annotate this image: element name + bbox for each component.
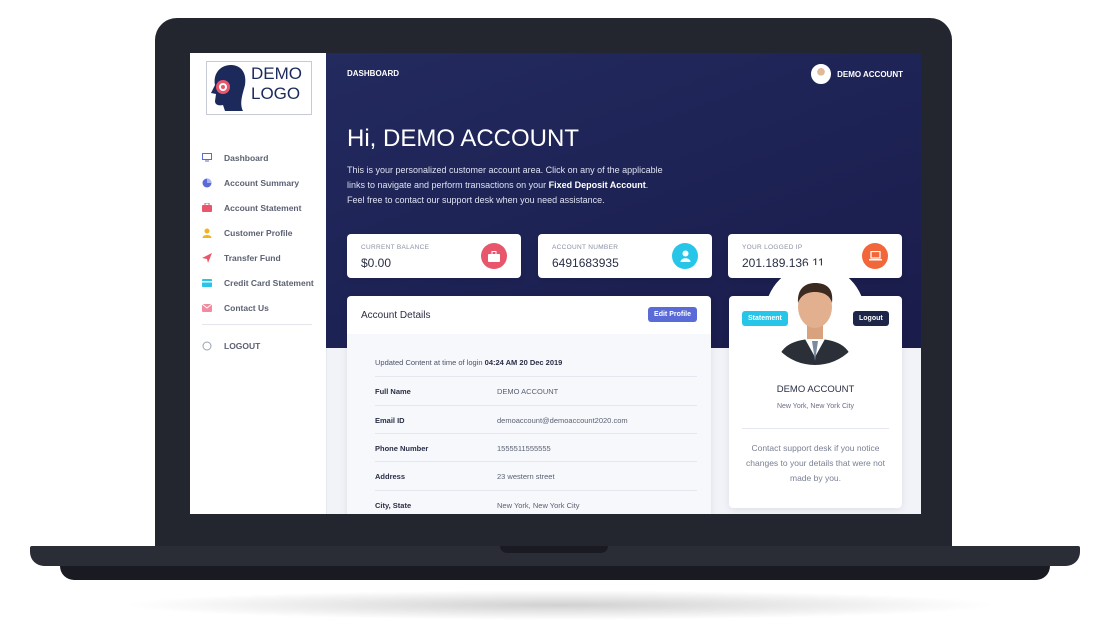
account-details-card: Account Details Edit Profile Updated Con… — [347, 296, 711, 514]
mail-icon — [202, 303, 212, 312]
monitor-icon — [202, 153, 212, 162]
user-name: DEMO ACCOUNT — [837, 69, 903, 79]
details-body: Updated Content at time of login 04:24 A… — [347, 334, 711, 514]
sidebar-menu: Dashboard Account Summary Account Statem… — [202, 145, 314, 320]
logo-line1: DEMO — [251, 64, 302, 83]
intro-text: This is your personalized customer accou… — [347, 163, 667, 208]
stat-value: 6491683935 — [552, 256, 619, 270]
laptop-notch — [500, 546, 608, 553]
profile-location: New York, New York City — [776, 403, 855, 410]
stat-card-account-number: ACCOUNT NUMBER 6491683935 — [538, 234, 712, 278]
logo-text: DEMO LOGO — [251, 64, 302, 104]
pie-chart-icon — [202, 178, 212, 187]
detail-key: City, State — [375, 501, 412, 510]
sidebar-item-label: Credit Card Statement — [224, 277, 314, 288]
detail-row: Address 23 western street — [375, 461, 697, 490]
sidebar-item-account-statement[interactable]: Account Statement — [202, 195, 314, 220]
detail-key: Phone Number — [375, 444, 429, 453]
app-screen: DEMO LOGO Dashboard Account Summary Acco… — [190, 53, 921, 514]
edit-profile-button[interactable]: Edit Profile — [648, 307, 697, 322]
briefcase-icon — [202, 203, 212, 212]
stat-card-balance: CURRENT BALANCE $0.00 — [347, 234, 521, 278]
briefcase-icon — [481, 243, 507, 269]
updated-info: Updated Content at time of login 04:24 A… — [375, 358, 562, 367]
sidebar-item-account-summary[interactable]: Account Summary — [202, 170, 314, 195]
updated-prefix: Updated Content at time of login — [375, 358, 485, 367]
power-icon — [202, 341, 212, 351]
send-icon — [202, 252, 212, 263]
logo-line2: LOGO — [251, 84, 301, 103]
logout-label: LOGOUT — [224, 341, 261, 351]
detail-row: City, State New York, New York City — [375, 490, 697, 514]
support-note: Contact support desk if you notice chang… — [746, 443, 885, 483]
updated-time: 04:24 AM 20 Dec 2019 — [484, 358, 563, 367]
detail-key: Address — [375, 472, 406, 481]
user-icon — [672, 243, 698, 269]
sidebar-item-transfer-fund[interactable]: Transfer Fund — [202, 245, 314, 270]
profile-divider — [742, 428, 889, 429]
head-logo-icon — [211, 65, 246, 111]
stat-label: YOUR LOGGED IP — [742, 244, 803, 251]
detail-row: Email ID demoaccount@demoaccount2020.com — [375, 405, 697, 434]
sidebar-item-dashboard[interactable]: Dashboard — [202, 145, 314, 170]
stat-label: ACCOUNT NUMBER — [552, 244, 619, 251]
sidebar-logout[interactable]: LOGOUT — [202, 341, 260, 351]
user-menu[interactable]: DEMO ACCOUNT — [811, 64, 903, 84]
detail-value: DEMO ACCOUNT — [497, 387, 559, 396]
sidebar-item-label: Account Statement — [224, 202, 302, 213]
sidebar-item-label: Account Summary — [224, 177, 300, 188]
sidebar-divider — [202, 324, 312, 325]
logout-button[interactable]: Logout — [853, 311, 889, 326]
statement-button[interactable]: Statement — [742, 311, 788, 326]
detail-row: Full Name DEMO ACCOUNT — [375, 376, 697, 405]
page-title: DASHBOARD — [347, 69, 399, 78]
card-title: Account Details — [361, 310, 431, 321]
credit-card-icon — [202, 278, 212, 287]
greeting: Hi, DEMO ACCOUNT — [347, 125, 580, 152]
laptop-icon — [862, 243, 888, 269]
sidebar: DEMO LOGO Dashboard Account Summary Acco… — [190, 53, 327, 514]
detail-value: New York, New York City — [497, 501, 580, 510]
sidebar-item-customer-profile[interactable]: Customer Profile — [202, 220, 314, 245]
detail-key: Email ID — [375, 416, 405, 425]
profile-name: DEMO ACCOUNT — [776, 384, 855, 395]
sidebar-item-contact-us[interactable]: Contact Us — [202, 295, 314, 320]
detail-key: Full Name — [375, 387, 411, 396]
detail-value: 23 western street — [497, 472, 555, 481]
sidebar-item-label: Contact Us — [224, 302, 269, 313]
detail-value: 1555511555555 — [497, 444, 551, 453]
sidebar-item-label: Customer Profile — [224, 227, 293, 238]
detail-row: Phone Number 1555511555555 — [375, 433, 697, 462]
intro-bold: Fixed Deposit Account — [548, 180, 646, 190]
detail-value: demoaccount@demoaccount2020.com — [497, 416, 628, 425]
sidebar-item-label: Transfer Fund — [224, 252, 281, 263]
avatar — [811, 64, 832, 84]
laptop-shadow — [120, 590, 1000, 620]
stat-label: CURRENT BALANCE — [361, 244, 430, 251]
user-icon — [202, 228, 212, 238]
sidebar-item-label: Dashboard — [224, 152, 269, 163]
stat-value: $0.00 — [361, 256, 392, 270]
logo[interactable]: DEMO LOGO — [206, 61, 312, 115]
sidebar-item-credit-card-statement[interactable]: Credit Card Statement — [202, 270, 314, 295]
laptop-base-bottom — [60, 566, 1050, 580]
